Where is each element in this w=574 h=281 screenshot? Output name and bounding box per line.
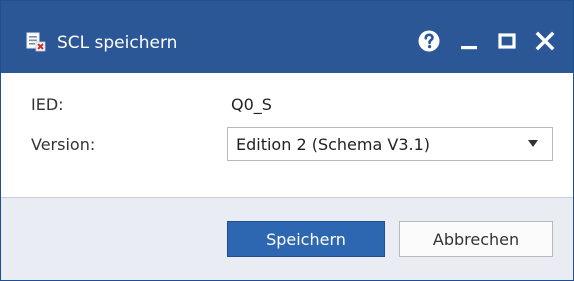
window-title: SCL speichern xyxy=(57,33,178,53)
ied-value: Q0_S xyxy=(231,95,272,114)
help-icon[interactable] xyxy=(413,25,445,57)
version-label: Version: xyxy=(31,135,96,154)
ied-label: IED: xyxy=(31,95,64,114)
save-scl-dialog: SCL speichern IED: Q0_S Version: Edition… xyxy=(0,0,574,281)
minimize-icon[interactable] xyxy=(453,25,485,57)
save-button[interactable]: Speichern xyxy=(227,221,385,257)
version-select[interactable]: Edition 2 (Schema V3.1) xyxy=(227,127,553,161)
maximize-icon[interactable] xyxy=(491,25,523,57)
cancel-button[interactable]: Abbrechen xyxy=(399,221,553,257)
dialog-content: IED: Q0_S Version: Edition 2 (Schema V3.… xyxy=(1,73,573,197)
dialog-footer: Speichern Abbrechen xyxy=(1,197,573,280)
title-bar[interactable]: SCL speichern xyxy=(1,1,573,73)
scl-save-icon xyxy=(25,31,47,53)
chevron-down-icon xyxy=(528,140,538,147)
version-selected-value: Edition 2 (Schema V3.1) xyxy=(236,135,430,154)
close-icon[interactable] xyxy=(529,25,561,57)
